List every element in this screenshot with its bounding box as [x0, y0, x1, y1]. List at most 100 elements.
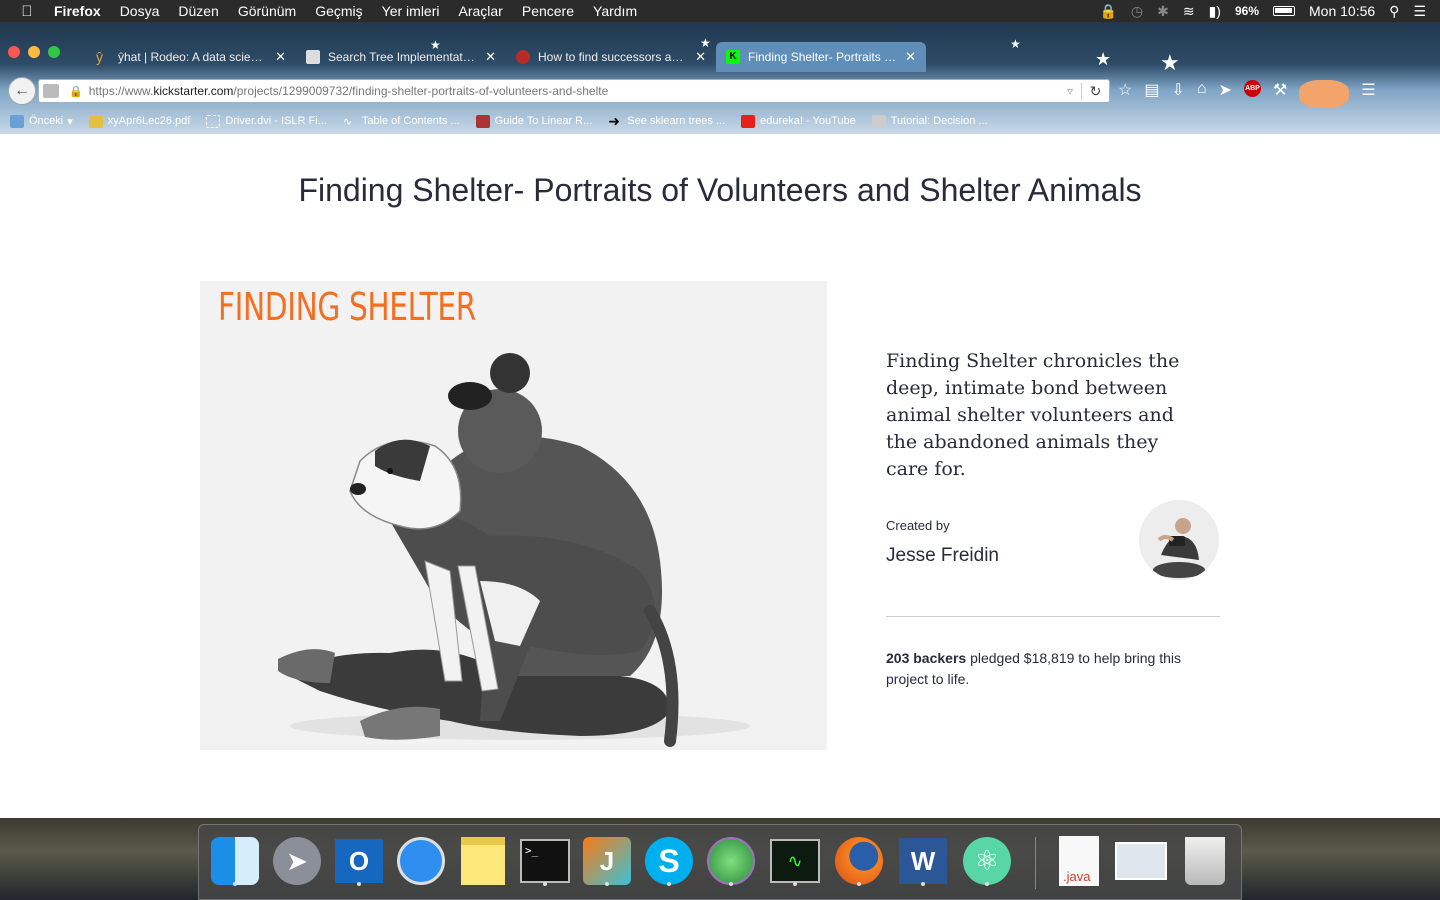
- finder-icon[interactable]: [209, 835, 261, 887]
- bookmark-guide-linear[interactable]: Guide To Linear R...: [475, 114, 592, 128]
- bookmark-star-icon[interactable]: ☆: [1118, 80, 1132, 108]
- secure-lock-icon[interactable]: 🔒: [69, 85, 83, 98]
- project-hero-image[interactable]: FINDING SHELTER: [200, 281, 827, 750]
- bluetooth-icon[interactable]: ✱: [1157, 3, 1169, 20]
- menu-app-firefox[interactable]: Firefox: [54, 3, 101, 19]
- page-icon: [306, 50, 320, 64]
- yhat-icon: ŷ: [96, 49, 103, 65]
- close-tab-icon[interactable]: ✕: [905, 49, 916, 65]
- dock: ➤ O >_ J S ∿ W ⚛ .java: [198, 824, 1242, 900]
- page-icon: [206, 114, 221, 128]
- tab-rodeo[interactable]: ŷ ŷhat | Rodeo: A data scienc... ✕: [86, 42, 296, 72]
- arrow-icon: ➜: [608, 112, 621, 129]
- terminal-icon[interactable]: >_: [519, 835, 571, 887]
- tab-finding-shelter[interactable]: K Finding Shelter- Portraits of ... ✕: [716, 42, 926, 72]
- kickstarter-icon: K: [726, 50, 740, 64]
- safari-icon[interactable]: [395, 835, 447, 887]
- creator-photo-icon: [1139, 500, 1219, 580]
- bookmark-sklearn-trees[interactable]: ➜ See sklearn trees ...: [608, 112, 725, 129]
- menu-gecmis[interactable]: Geçmiş: [315, 3, 362, 19]
- dock-separator: [1035, 837, 1036, 889]
- web-page: Finding Shelter- Portraits of Volunteers…: [0, 134, 1440, 818]
- navigation-bar: ← 🔒 https://www.kickstarter.com/projects…: [0, 74, 1440, 108]
- tools-icon[interactable]: ⚒: [1273, 80, 1287, 108]
- intellij-icon[interactable]: J: [581, 835, 633, 887]
- bookmark-driver[interactable]: Driver.dvi - ISLR Fi...: [206, 114, 327, 128]
- firefox-icon[interactable]: [833, 835, 885, 887]
- launchpad-icon[interactable]: ➤: [271, 835, 323, 887]
- menu-dosya[interactable]: Dosya: [120, 3, 160, 19]
- word-icon[interactable]: W: [897, 835, 949, 887]
- clock[interactable]: Mon 10:56: [1309, 3, 1375, 19]
- download-icon[interactable]: ⇩: [1171, 80, 1184, 108]
- notification-center-icon[interactable]: ☰: [1413, 3, 1426, 20]
- menu-yardim[interactable]: Yardım: [593, 3, 637, 19]
- tab-successors[interactable]: How to find successors and... ✕: [506, 42, 716, 72]
- url-bar[interactable]: 🔒 https://www.kickstarter.com/projects/1…: [38, 79, 1110, 103]
- volume-icon[interactable]: ▮): [1209, 3, 1221, 20]
- url-text[interactable]: https://www.kickstarter.com/projects/129…: [89, 84, 1059, 98]
- youtube-icon: [741, 114, 756, 128]
- skype-icon[interactable]: S: [643, 835, 695, 887]
- cat-persona-icon: [1299, 80, 1350, 108]
- lock-icon[interactable]: 🔒: [1099, 3, 1116, 20]
- close-tab-icon[interactable]: ✕: [275, 49, 286, 65]
- menu-gorunum[interactable]: Görünüm: [238, 3, 296, 19]
- menu-yer-imleri[interactable]: Yer imleri: [382, 3, 440, 19]
- back-button[interactable]: ←: [8, 77, 36, 105]
- wifi-icon[interactable]: ≋: [1183, 3, 1195, 20]
- browser-chrome: ★ ★ ★ ★ ★ ŷ ŷhat | Rodeo: A data scienc.…: [0, 22, 1440, 134]
- reading-list-icon[interactable]: ▤: [1144, 80, 1159, 108]
- outlook-icon[interactable]: O: [333, 835, 385, 887]
- doc-icon: [871, 114, 886, 128]
- created-by-label: Created by: [886, 518, 950, 533]
- battery-icon[interactable]: [1273, 6, 1295, 16]
- hamburger-menu-icon[interactable]: ☰: [1361, 80, 1375, 108]
- menu-duzen[interactable]: Düzen: [178, 3, 218, 19]
- bookmark-table-of-contents[interactable]: ∿ Table of Contents ...: [343, 115, 460, 128]
- bookmarks-toolbar: Önceki ▾ xyApr6Lec26.pdf Driver.dvi - ISL…: [0, 110, 1440, 132]
- menu-bar:  Firefox Dosya Düzen Görünüm Geçmiş Yer…: [0, 0, 1440, 22]
- activity-monitor-icon[interactable]: ∿: [769, 835, 821, 887]
- notes-icon[interactable]: [457, 835, 509, 887]
- bookmark-tutorial[interactable]: Tutorial: Decision ...: [871, 114, 988, 128]
- backers-count: 203 backers: [886, 650, 967, 666]
- send-icon[interactable]: ➤: [1219, 80, 1232, 108]
- image-icon: [475, 114, 490, 128]
- close-tab-icon[interactable]: ✕: [485, 49, 496, 65]
- home-icon[interactable]: ⌂: [1197, 80, 1207, 108]
- folder-icon: [10, 114, 24, 128]
- reload-icon[interactable]: ↻: [1081, 82, 1109, 100]
- spotlight-search-icon[interactable]: ⚲: [1389, 3, 1399, 20]
- bookmark-edureka[interactable]: edureka! - YouTube: [741, 114, 856, 128]
- quora-icon: [516, 50, 530, 64]
- pdf-icon: [88, 114, 103, 128]
- apple-menu-icon[interactable]: : [0, 3, 54, 20]
- creator-avatar[interactable]: [1139, 500, 1219, 580]
- page-info-icon[interactable]: [43, 84, 59, 98]
- bookmark-onceki[interactable]: Önceki ▾: [10, 114, 73, 128]
- tab-search-tree[interactable]: Search Tree Implementatio... ✕: [296, 42, 506, 72]
- menu-araclar[interactable]: Araçlar: [459, 3, 503, 19]
- screenshot-file-icon[interactable]: [1115, 835, 1167, 887]
- toolbar-icons: ☆ ▤ ⇩ ⌂ ➤ ABP ⚒ ☰: [1118, 80, 1376, 108]
- project-blurb: Finding Shelter chronicles the deep, int…: [886, 350, 1180, 480]
- time-machine-icon[interactable]: ◷: [1131, 3, 1143, 20]
- divider: [886, 616, 1220, 617]
- trash-icon[interactable]: [1179, 835, 1231, 887]
- battery-percent[interactable]: 96%: [1235, 4, 1259, 18]
- tab-strip: ŷ ŷhat | Rodeo: A data scienc... ✕ Searc…: [0, 42, 940, 72]
- url-dropdown-icon[interactable]: ▿: [1059, 84, 1081, 98]
- project-title: Finding Shelter- Portraits of Volunteers…: [298, 172, 1142, 208]
- pulse-icon: ∿: [342, 115, 353, 128]
- bookmark-pdf[interactable]: xyApr6Lec26.pdf: [88, 114, 190, 128]
- menu-pencere[interactable]: Pencere: [522, 3, 574, 19]
- atom-icon[interactable]: ⚛: [961, 835, 1013, 887]
- close-tab-icon[interactable]: ✕: [695, 49, 706, 65]
- java-file-icon[interactable]: .java: [1053, 835, 1105, 887]
- volunteer-with-dog-photo: [278, 353, 750, 747]
- creator-name-link[interactable]: Jesse Freidin: [886, 545, 999, 567]
- adblock-icon[interactable]: ABP: [1243, 80, 1261, 97]
- funding-summary: 203 backers pledged $18,819 to help brin…: [886, 648, 1216, 690]
- network-globe-icon[interactable]: [705, 835, 757, 887]
